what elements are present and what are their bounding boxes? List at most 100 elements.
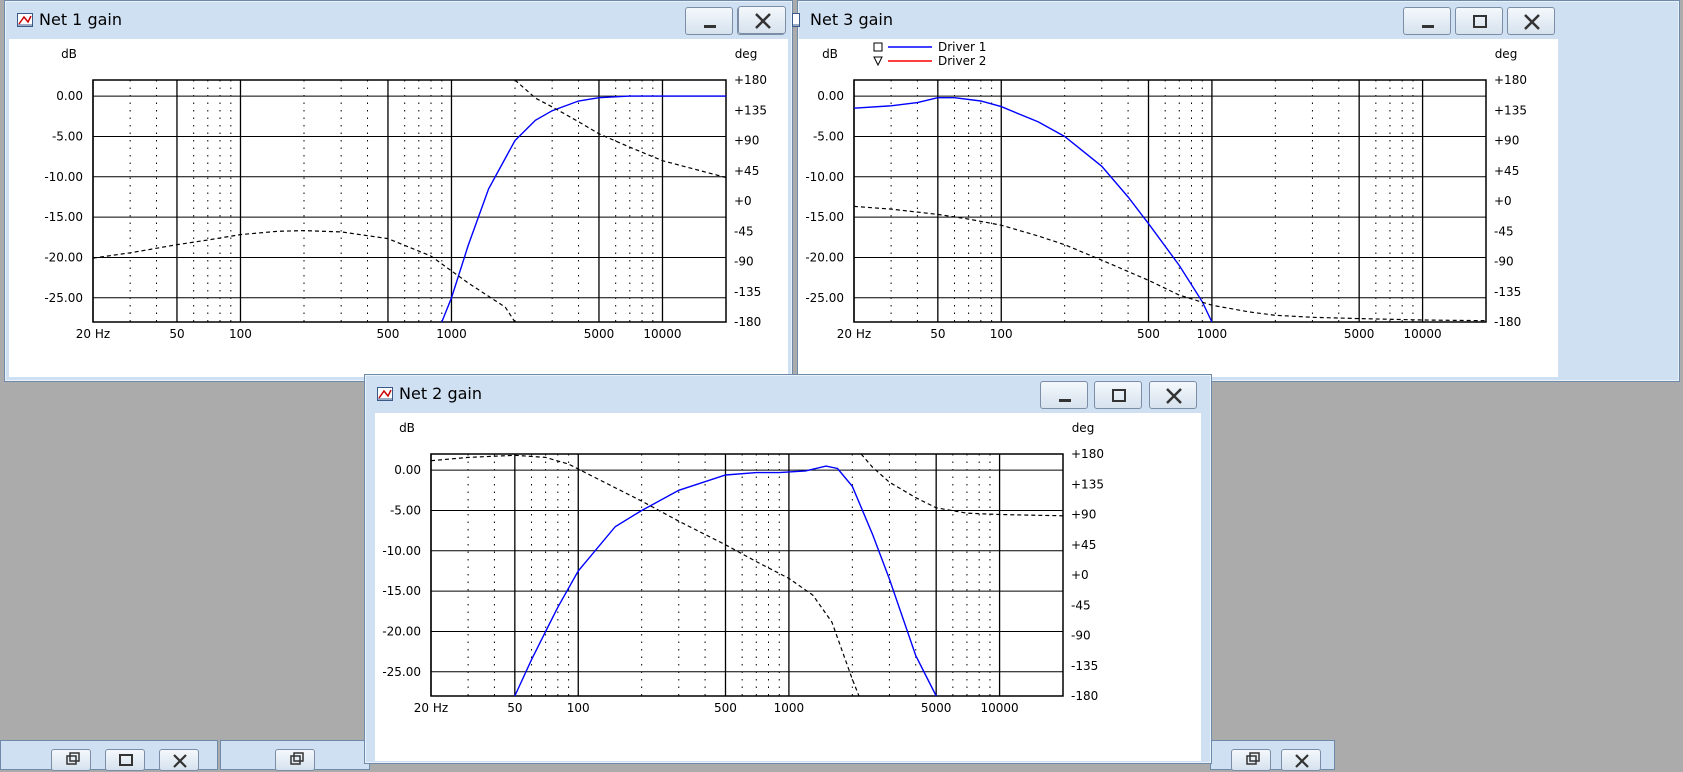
db-tick-label: -15.00 — [382, 584, 421, 598]
deg-tick-label: -90 — [1494, 255, 1514, 269]
db-tick-label: 0.00 — [817, 89, 844, 103]
net1-close-button[interactable] — [738, 6, 786, 34]
db-tick-label: -20.00 — [805, 250, 844, 264]
chart-window-icon — [17, 13, 33, 27]
db-tick-label: -25.00 — [805, 291, 844, 305]
deg-tick-label: +45 — [734, 164, 759, 178]
deg-tick-label: -90 — [1071, 629, 1091, 643]
frequency-tick-label: 1000 — [1197, 327, 1228, 341]
net2-chart: dB 0.00 -5.00 -10.00 -15.00 -20.00 -25.00 deg +1… — [382, 421, 1104, 715]
maximize-button[interactable] — [105, 749, 145, 771]
close-button[interactable] — [1281, 749, 1321, 771]
minimized-window-1[interactable] — [0, 740, 218, 771]
deg-tick-label: +180 — [1071, 447, 1104, 461]
db-tick-label: -10.00 — [382, 544, 421, 558]
db-tick-label: -25.00 — [382, 665, 421, 679]
net2-client: dB 0.00 -5.00 -10.00 -15.00 -20.00 -25.00 deg +1… — [375, 413, 1201, 761]
maximize-icon — [1112, 389, 1126, 402]
minimize-button[interactable] — [1040, 381, 1088, 409]
deg-tick-label: -135 — [1071, 659, 1098, 673]
left-axis-unit: dB — [61, 47, 77, 61]
deg-tick-label: -135 — [734, 285, 761, 299]
window-title: Net 3 gain — [810, 10, 893, 29]
deg-tick-label: -135 — [1494, 285, 1521, 299]
frequency-tick-label: 5000 — [921, 701, 952, 715]
minimized-window-2[interactable] — [220, 740, 370, 771]
frequency-tick-label: 50 — [930, 327, 945, 341]
minimize-button[interactable] — [1403, 7, 1451, 35]
db-tick-label: -15.00 — [805, 210, 844, 224]
db-tick-label: -25.00 — [44, 291, 83, 305]
deg-tick-label: +45 — [1071, 538, 1096, 552]
net1-titlebar[interactable]: Net 1 gain — [5, 1, 792, 39]
db-tick-label: -20.00 — [44, 250, 83, 264]
restore-icon — [1246, 752, 1260, 765]
deg-tick-label: +135 — [734, 103, 767, 117]
frequency-tick-label: 500 — [1137, 327, 1160, 341]
frequency-tick-label: 50 — [169, 327, 184, 341]
close-icon — [1295, 754, 1309, 768]
deg-tick-label: -180 — [1494, 315, 1521, 329]
deg-tick-label: +135 — [1494, 103, 1527, 117]
minimize-button[interactable] — [685, 7, 733, 35]
legend-marker-square — [873, 42, 883, 52]
frequency-tick-label: 5000 — [1344, 327, 1375, 341]
deg-tick-label: -45 — [1494, 224, 1514, 238]
frequency-tick-label: 10000 — [643, 327, 681, 341]
right-axis-unit: deg — [1495, 47, 1518, 61]
deg-tick-label: +90 — [1494, 134, 1519, 148]
plot-frame — [430, 453, 1064, 697]
frequency-tick-label: 100 — [990, 327, 1013, 341]
frequency-tick-label: 20 Hz — [414, 701, 448, 715]
maximize-button[interactable] — [1455, 7, 1503, 35]
frequency-tick-label: 20 Hz — [837, 327, 871, 341]
deg-tick-label: +135 — [1071, 477, 1104, 491]
net2-titlebar[interactable]: Net 2 gain — [365, 375, 1211, 413]
db-tick-label: -10.00 — [805, 170, 844, 184]
deg-tick-label: +180 — [734, 73, 767, 87]
maximize-button[interactable] — [1094, 381, 1142, 409]
deg-tick-label: -45 — [1071, 598, 1091, 612]
window-title: Net 1 gain — [39, 10, 122, 29]
frequency-tick-label: 500 — [377, 327, 400, 341]
deg-tick-label: -180 — [734, 315, 761, 329]
net1-window: Net 1 gain dB 0.00 -5.00 -10.00 -15.00 -20.00… — [4, 0, 793, 382]
db-tick-label: -15.00 — [44, 210, 83, 224]
restore-button[interactable] — [51, 749, 91, 771]
net3-chart: dB 0.00 -5.00 -10.00 -15.00 -20.00 -25.00 deg +1… — [805, 40, 1527, 341]
chart-window-icon — [792, 13, 800, 27]
deg-tick-label: +180 — [1494, 73, 1527, 87]
chart-window-icon — [377, 387, 393, 401]
deg-tick-label: +0 — [1071, 568, 1089, 582]
minimize-icon — [1422, 25, 1434, 28]
db-tick-label: -20.00 — [382, 624, 421, 638]
right-axis-unit: deg — [1072, 421, 1095, 435]
close-button[interactable] — [159, 749, 199, 771]
frequency-tick-label: 10000 — [1403, 327, 1441, 341]
deg-tick-label: -45 — [734, 224, 754, 238]
net3-window: Net 3 gain dB 0.00 -5.00 -10.00 -15.00 -20.00… — [792, 0, 1680, 382]
left-axis-unit: dB — [822, 47, 838, 61]
frequency-tick-label: 100 — [567, 701, 590, 715]
frequency-tick-label: 5000 — [584, 327, 615, 341]
restore-icon — [66, 752, 80, 765]
net3-titlebar[interactable]: Net 3 gain — [792, 1, 1679, 39]
net3-client: dB 0.00 -5.00 -10.00 -15.00 -20.00 -25.00 deg +1… — [798, 39, 1558, 377]
frequency-tick-label: 1000 — [774, 701, 805, 715]
close-button[interactable] — [1507, 7, 1555, 35]
close-button[interactable] — [1149, 381, 1197, 409]
minimized-window-3[interactable] — [1210, 740, 1335, 771]
legend-label: Driver 1 — [938, 40, 986, 54]
restore-icon — [290, 752, 304, 765]
legend-label: Driver 2 — [938, 54, 986, 68]
db-tick-label: -10.00 — [44, 170, 83, 184]
frequency-tick-label: 20 Hz — [76, 327, 110, 341]
deg-tick-label: +0 — [734, 194, 752, 208]
restore-button[interactable] — [1231, 749, 1271, 771]
deg-tick-label: -90 — [734, 255, 754, 269]
minimize-icon — [1059, 399, 1071, 402]
restore-button[interactable] — [275, 749, 315, 771]
maximize-icon — [119, 754, 133, 766]
deg-tick-label: +90 — [734, 134, 759, 148]
frequency-tick-label: 50 — [507, 701, 522, 715]
